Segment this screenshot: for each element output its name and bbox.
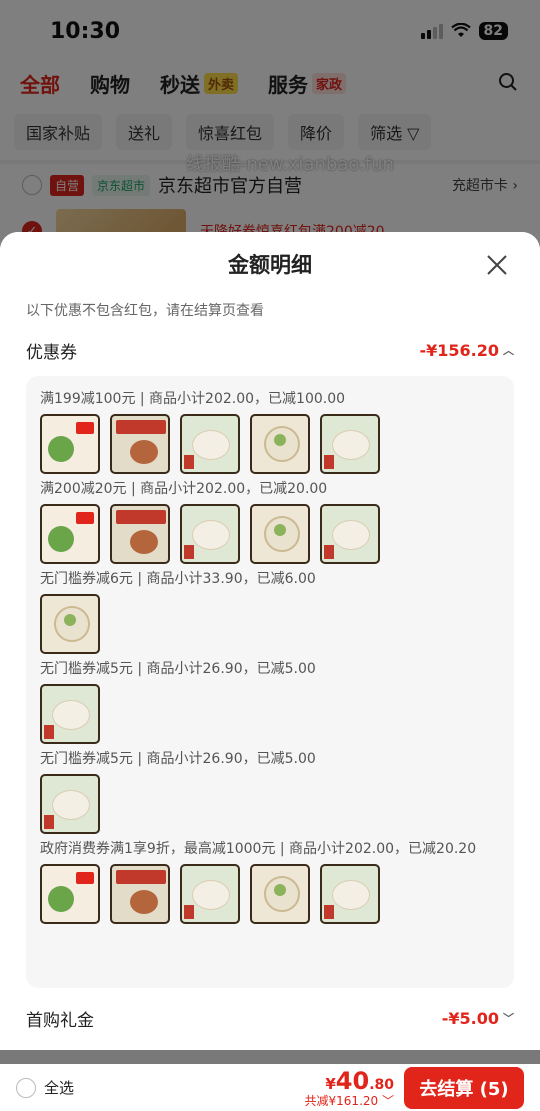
select-all[interactable]: 全选 bbox=[16, 1077, 74, 1098]
product-thumbnail[interactable] bbox=[320, 414, 380, 474]
product-thumbnail[interactable] bbox=[250, 414, 310, 474]
checkout-button[interactable]: 去结算 (5) bbox=[404, 1066, 524, 1109]
coupon-group-text: 政府消费券满1享9折，最高减1000元 | 商品小计202.00，已减20.20 bbox=[40, 841, 477, 857]
product-thumbnail[interactable] bbox=[180, 864, 240, 924]
sheet-header: 金额明细 bbox=[0, 232, 540, 296]
coupon-group-text: 满199减100元 | 商品小计202.00，已减100.00 bbox=[40, 391, 346, 407]
product-thumbnail[interactable] bbox=[250, 504, 310, 564]
discount-note: 以下优惠不包含红包，请在结算页查看 bbox=[26, 303, 264, 319]
chevron-down-icon: ﹀ bbox=[381, 1093, 394, 1108]
product-thumbs bbox=[40, 864, 500, 924]
product-thumbnail[interactable] bbox=[110, 414, 170, 474]
sheet-title: 金额明细 bbox=[228, 253, 312, 277]
product-thumbs bbox=[40, 504, 500, 564]
chevron-up-icon: ︿ bbox=[503, 344, 514, 357]
first-purchase-amount: -¥5.00 ﹀ bbox=[441, 1008, 514, 1028]
coupon-header[interactable]: 优惠券 -¥156.20 ︿ bbox=[0, 328, 540, 372]
product-thumbnail[interactable] bbox=[110, 504, 170, 564]
coupon-label: 优惠券 bbox=[26, 342, 77, 363]
product-thumbs bbox=[40, 594, 500, 654]
checkout-bar: 全选 ¥40.80 共减¥161.20 ﹀ 去结算 (5) bbox=[0, 1064, 540, 1111]
product-thumbs bbox=[40, 684, 500, 744]
product-thumbnail[interactable] bbox=[250, 864, 310, 924]
product-thumbs bbox=[40, 774, 500, 834]
coupon-group-text: 无门槛券减5元 | 商品小计26.90，已减5.00 bbox=[40, 751, 316, 767]
coupon-detail-box: 满199减100元 | 商品小计202.00，已减100.00 满200减20元… bbox=[26, 376, 514, 988]
product-thumbnail[interactable] bbox=[180, 504, 240, 564]
product-thumbnail[interactable] bbox=[40, 774, 100, 834]
sheet-body: 以下优惠不包含红包，请在结算页查看 优惠券 -¥156.20 ︿ 满199减100… bbox=[0, 296, 540, 1050]
first-purchase-row[interactable]: 首购礼金 -¥5.00 ﹀ bbox=[0, 996, 540, 1040]
product-thumbnail[interactable] bbox=[110, 864, 170, 924]
total-discount: 共减¥161.20 ﹀ bbox=[304, 1093, 394, 1108]
total-price: ¥40.80 bbox=[325, 1066, 394, 1095]
first-purchase-label: 首购礼金 bbox=[26, 1010, 94, 1031]
price-summary[interactable]: ¥40.80 共减¥161.20 ﹀ bbox=[305, 1069, 394, 1107]
product-thumbnail[interactable] bbox=[180, 414, 240, 474]
product-thumbnail[interactable] bbox=[40, 504, 100, 564]
product-thumbnail[interactable] bbox=[320, 864, 380, 924]
chevron-down-icon: ﹀ bbox=[503, 1012, 514, 1025]
coupon-group-text: 无门槛券减5元 | 商品小计26.90，已减5.00 bbox=[40, 661, 316, 677]
product-thumbnail[interactable] bbox=[320, 504, 380, 564]
select-all-radio[interactable] bbox=[16, 1077, 36, 1098]
product-thumbnail[interactable] bbox=[40, 594, 100, 654]
product-thumbnail[interactable] bbox=[40, 414, 100, 474]
coupon-amount: -¥156.20 ︿ bbox=[419, 340, 514, 360]
coupon-group-text: 无门槛券减6元 | 商品小计33.90，已减6.00 bbox=[40, 571, 316, 587]
product-thumbnail[interactable] bbox=[40, 864, 100, 924]
product-thumbnail[interactable] bbox=[40, 684, 100, 744]
product-thumbs bbox=[40, 414, 500, 474]
amount-detail-sheet: 金额明细 以下优惠不包含红包，请在结算页查看 优惠券 -¥156.20 ︿ 满19… bbox=[0, 232, 540, 1050]
select-all-label: 全选 bbox=[44, 1079, 75, 1097]
coupon-group-text: 满200减20元 | 商品小计202.00，已减20.00 bbox=[40, 481, 328, 497]
close-icon[interactable] bbox=[484, 252, 510, 278]
